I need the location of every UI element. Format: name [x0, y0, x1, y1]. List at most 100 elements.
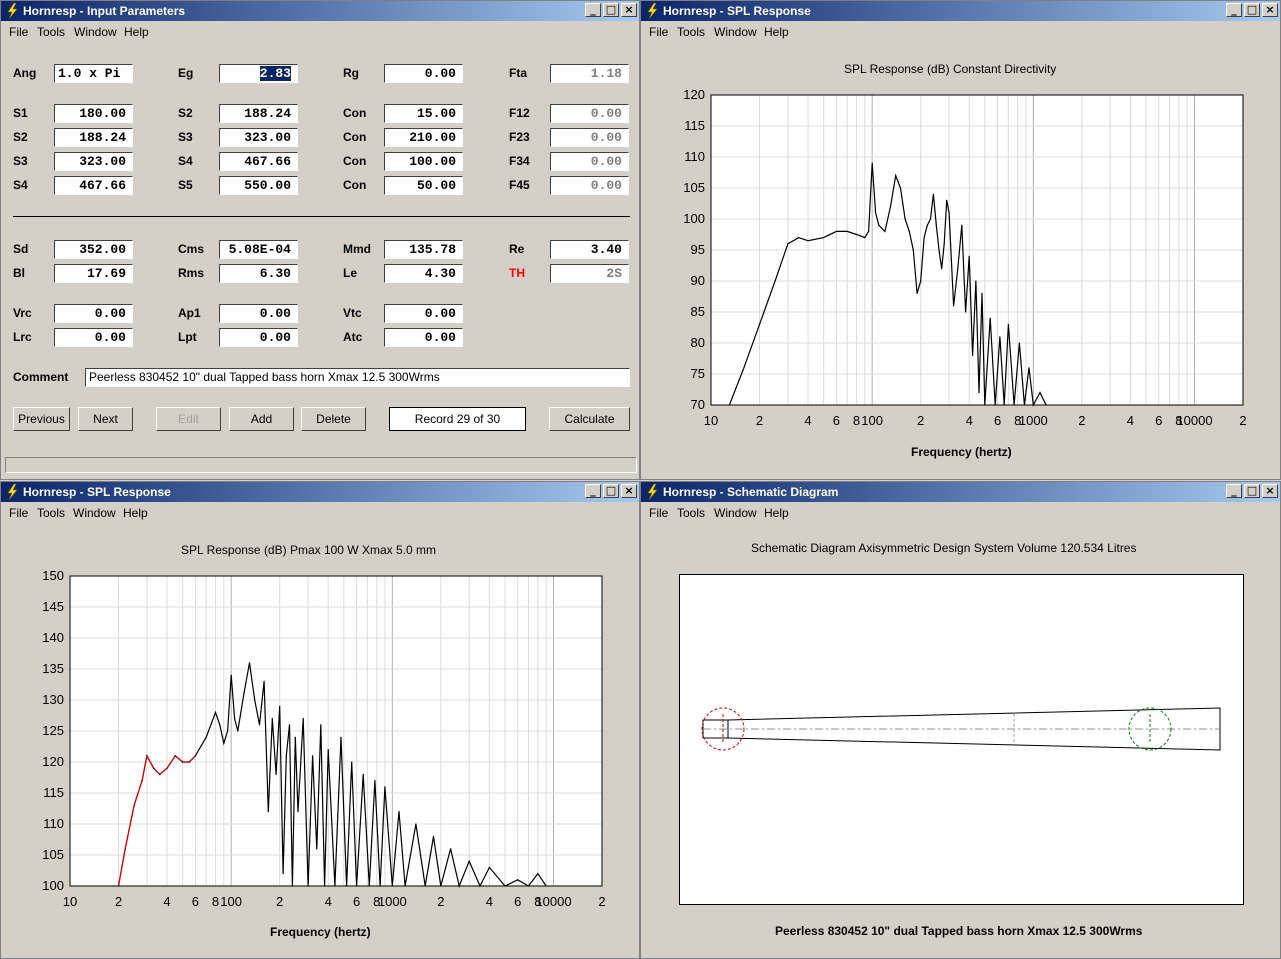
calculate-button[interactable]: Calculate — [549, 407, 630, 431]
param-field[interactable]: 323.00 — [54, 152, 133, 171]
menu-window[interactable]: Window — [74, 25, 117, 39]
param-field[interactable]: 4.30 — [384, 264, 463, 283]
param-label: F12 — [509, 106, 530, 120]
param-field[interactable]: 1.18 — [550, 64, 629, 83]
param-value: 100.00 — [409, 154, 456, 169]
delete-button[interactable]: Delete — [301, 407, 366, 431]
param-field[interactable]: 467.66 — [54, 176, 133, 195]
param-label: Re — [509, 242, 525, 256]
maximize-button[interactable]: □ — [603, 3, 619, 17]
title-bar[interactable]: Hornresp - SPL Response _ □ × — [641, 1, 1280, 21]
param-field[interactable]: 50.00 — [384, 176, 463, 195]
param-field[interactable]: 135.78 — [384, 240, 463, 259]
maximize-button[interactable]: □ — [1244, 484, 1260, 498]
param-field[interactable]: 100.00 — [384, 152, 463, 171]
param-field[interactable]: 180.00 — [54, 104, 133, 123]
edit-button[interactable]: Edit — [156, 407, 221, 431]
param-field[interactable]: 0.00 — [219, 304, 298, 323]
spl-chart-bottom: 15014514013513012512011511010510010 2 4 6 8 1… — [42, 568, 605, 909]
param-field[interactable]: 352.00 — [54, 240, 133, 259]
data-point — [117, 885, 120, 887]
param-field[interactable]: 3.40 — [550, 240, 629, 259]
param-field[interactable]: 0.00 — [384, 304, 463, 323]
data-point — [864, 237, 866, 239]
maximize-button[interactable]: □ — [603, 484, 619, 498]
minimize-button[interactable]: _ — [585, 484, 601, 498]
data-point — [912, 249, 914, 251]
minimize-button[interactable]: _ — [1226, 3, 1242, 17]
x-tick-label: 2 — [115, 894, 122, 909]
data-point — [243, 693, 245, 695]
close-button[interactable]: × — [1262, 3, 1278, 17]
next-button[interactable]: Next — [78, 407, 133, 431]
param-field[interactable]: 550.00 — [219, 176, 298, 195]
menu-help[interactable]: Help — [124, 25, 149, 39]
param-field[interactable]: 0.00 — [54, 328, 133, 347]
close-button[interactable]: × — [621, 3, 637, 17]
menu-help[interactable]: Help — [123, 506, 148, 520]
add-button[interactable]: Add — [229, 407, 294, 431]
menu-tools[interactable]: Tools — [677, 506, 705, 520]
param-field[interactable]: 0.00 — [550, 176, 629, 195]
param-field[interactable]: 0.00 — [54, 304, 133, 323]
param-field[interactable]: 188.24 — [219, 104, 298, 123]
param-value: 2S — [606, 266, 622, 281]
param-field[interactable]: 467.66 — [219, 152, 298, 171]
menu-help[interactable]: Help — [764, 506, 789, 520]
param-field[interactable]: 15.00 — [384, 104, 463, 123]
param-field[interactable]: 1.0 x Pi — [54, 64, 133, 83]
close-button[interactable]: × — [621, 484, 637, 498]
data-point — [943, 243, 945, 245]
menu-tools[interactable]: Tools — [37, 506, 65, 520]
param-field[interactable]: 2S — [550, 264, 629, 283]
param-label: S2 — [13, 130, 28, 144]
minimize-button[interactable]: _ — [1226, 484, 1242, 498]
close-button[interactable]: × — [1262, 484, 1278, 498]
param-value: 352.00 — [79, 242, 126, 257]
data-point — [1018, 342, 1021, 344]
param-field[interactable]: 5.08E-04 — [219, 240, 298, 259]
title-bar[interactable]: Hornresp - Schematic Diagram _ □ × — [641, 482, 1280, 502]
param-field[interactable]: 6.30 — [219, 264, 298, 283]
previous-button[interactable]: Previous — [13, 407, 70, 431]
param-field[interactable]: 0.00 — [384, 328, 463, 347]
data-point — [758, 323, 761, 325]
comment-field[interactable]: Peerless 830452 10" dual Tapped bass hor… — [85, 368, 630, 387]
menu-bar: File Tools Window Help — [1, 22, 639, 42]
param-field[interactable]: 188.24 — [54, 128, 133, 147]
menu-window[interactable]: Window — [73, 506, 116, 520]
title-bar[interactable]: Hornresp - Input Parameters _ □ × — [1, 1, 639, 21]
y-tick-label: 105 — [683, 180, 705, 195]
data-point — [188, 761, 190, 763]
maximize-button[interactable]: □ — [1244, 3, 1260, 17]
x-tick-label: 100 — [220, 894, 242, 909]
menu-help[interactable]: Help — [764, 25, 789, 39]
param-field[interactable]: 210.00 — [384, 128, 463, 147]
data-point — [1007, 323, 1009, 325]
menu-file[interactable]: File — [649, 506, 668, 520]
title-bar[interactable]: Hornresp - SPL Response _ □ × — [1, 482, 639, 502]
minimize-button[interactable]: _ — [585, 3, 601, 17]
menu-tools[interactable]: Tools — [677, 25, 705, 39]
menu-file[interactable]: File — [649, 25, 668, 39]
param-field[interactable]: 2.83 — [219, 64, 298, 83]
data-point — [468, 860, 470, 862]
menu-file[interactable]: File — [9, 506, 28, 520]
data-point — [214, 711, 217, 713]
param-field[interactable]: 0.00 — [219, 328, 298, 347]
param-field[interactable]: 0.00 — [550, 152, 629, 171]
menu-window[interactable]: Window — [714, 506, 757, 520]
param-label: Con — [343, 106, 367, 120]
x-tick-label: 2 — [756, 413, 763, 428]
data-point — [285, 755, 287, 757]
param-field[interactable]: 0.00 — [550, 128, 629, 147]
param-field[interactable]: 0.00 — [384, 64, 463, 83]
menu-file[interactable]: File — [9, 25, 28, 39]
param-field[interactable]: 17.69 — [54, 264, 133, 283]
param-field[interactable]: 0.00 — [550, 104, 629, 123]
y-tick-label: 135 — [42, 661, 64, 676]
menu-tools[interactable]: Tools — [37, 25, 65, 39]
menu-window[interactable]: Window — [714, 25, 757, 39]
param-label: F23 — [509, 130, 530, 144]
param-field[interactable]: 323.00 — [219, 128, 298, 147]
